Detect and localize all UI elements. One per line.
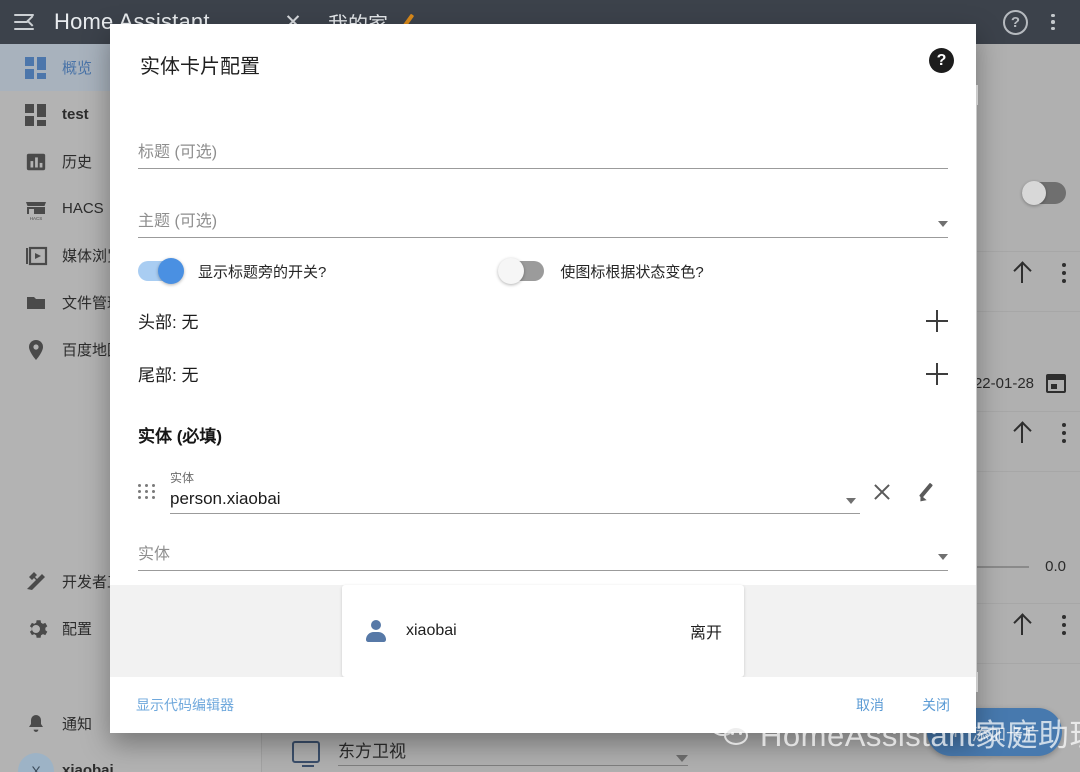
entity-select[interactable]: 实体 person.xiaobai bbox=[170, 469, 860, 514]
chevron-down-icon bbox=[938, 221, 948, 227]
state-color-toggle-label: 使图标根据状态变色? bbox=[560, 263, 704, 281]
entity-field-label: 实体 bbox=[170, 471, 195, 485]
card-title-placeholder: 标题 (可选) bbox=[138, 144, 218, 161]
remove-entity-button[interactable] bbox=[860, 483, 904, 501]
background-row-controls bbox=[1012, 614, 1066, 636]
sidebar-item-label: 配置 bbox=[62, 621, 93, 638]
header-row: 头部: 无 bbox=[138, 294, 948, 347]
sidebar-item-label: HACS bbox=[62, 200, 104, 217]
cog-icon bbox=[10, 617, 62, 641]
chevron-down-icon bbox=[676, 755, 688, 762]
add-entity-select[interactable]: 实体 bbox=[138, 540, 948, 571]
pencil-icon bbox=[916, 482, 936, 502]
header-row-label: 头部: 无 bbox=[138, 313, 199, 332]
drag-handle-icon[interactable] bbox=[138, 484, 160, 499]
calendar-icon[interactable] bbox=[1046, 374, 1066, 393]
entities-section-heading: 实体 (必填) bbox=[138, 427, 223, 446]
state-color-toggle-group: 使图标根据状态变色? bbox=[498, 258, 704, 284]
preview-entity-name: xiaobai bbox=[406, 622, 457, 639]
chevron-down-icon bbox=[846, 498, 856, 504]
chevron-down-icon bbox=[938, 554, 948, 560]
entity-row: 实体 person.xiaobai bbox=[138, 469, 948, 514]
add-header-plus-icon[interactable] bbox=[926, 309, 948, 332]
background-toggle[interactable] bbox=[1022, 181, 1066, 205]
arrow-up-icon[interactable] bbox=[1012, 262, 1032, 284]
media-player-icon bbox=[10, 244, 62, 268]
sidebar-user-name: xiaobai bbox=[62, 762, 114, 772]
theme-select[interactable]: 主题 (可选) bbox=[138, 207, 948, 238]
folder-icon bbox=[10, 291, 62, 315]
footer-row-label: 尾部: 无 bbox=[138, 366, 199, 385]
toggle-row: 显示标题旁的开关? 使图标根据状态变色? bbox=[138, 248, 948, 294]
avatar: X bbox=[10, 752, 62, 772]
card-preview-area: xiaobai 离开 bbox=[110, 585, 976, 677]
preview-entity-state[interactable]: 离开 bbox=[690, 619, 722, 643]
background-row-controls bbox=[1012, 262, 1066, 284]
add-footer-plus-icon[interactable] bbox=[926, 362, 948, 385]
sidebar-item-label: test bbox=[62, 106, 89, 123]
kebab-menu-icon[interactable] bbox=[1062, 423, 1066, 443]
background-media-value: 东方卫视 bbox=[338, 742, 406, 761]
dialog-header: 实体卡片配置 ? bbox=[110, 24, 976, 100]
help-circle-icon[interactable]: ? bbox=[1003, 9, 1028, 35]
help-circle-filled-icon[interactable]: ? bbox=[929, 48, 954, 73]
person-icon bbox=[364, 619, 388, 643]
theme-placeholder: 主题 (可选) bbox=[138, 213, 218, 230]
background-media-row: 东方卫视 bbox=[292, 737, 688, 767]
background-row-controls bbox=[1022, 181, 1066, 205]
close-icon bbox=[873, 483, 891, 501]
storefront-icon: HACS bbox=[10, 197, 62, 221]
sidebar-item-label: 通知 bbox=[62, 716, 93, 733]
dashboard-grid-icon bbox=[10, 103, 62, 126]
kebab-menu-icon[interactable] bbox=[1062, 615, 1066, 635]
background-date-value: 22-01-28 bbox=[973, 375, 1034, 392]
background-media-select[interactable]: 东方卫视 bbox=[338, 737, 688, 766]
state-color-toggle[interactable] bbox=[498, 258, 545, 284]
entity-card-config-dialog: 实体卡片配置 ? 标题 (可选) 主题 (可选) 显示标题旁的开关? 使图标根据… bbox=[110, 24, 976, 733]
map-marker-icon bbox=[10, 338, 62, 362]
sidebar-item-label: 历史 bbox=[62, 154, 93, 171]
tv-icon bbox=[292, 740, 320, 767]
edit-entity-button[interactable] bbox=[904, 482, 948, 502]
kebab-menu-icon[interactable] bbox=[1040, 10, 1066, 34]
bell-icon bbox=[10, 712, 62, 736]
dialog-footer: 显示代码编辑器 取消 关闭 bbox=[110, 677, 976, 733]
preview-card[interactable]: xiaobai 离开 bbox=[342, 585, 744, 677]
dialog-title: 实体卡片配置 bbox=[140, 56, 260, 78]
arrow-up-icon[interactable] bbox=[1012, 422, 1032, 444]
cancel-button[interactable]: 取消 bbox=[856, 695, 884, 715]
background-row-controls bbox=[1012, 422, 1066, 444]
sidebar-item-user[interactable]: X xiaobai bbox=[0, 747, 261, 772]
dashboard-grid-icon bbox=[10, 56, 62, 79]
close-button[interactable]: 关闭 bbox=[922, 695, 950, 715]
add-entity-placeholder: 实体 bbox=[138, 546, 171, 563]
show-header-toggle-group: 显示标题旁的开关? bbox=[138, 258, 327, 284]
background-numeric-value: 0.0 bbox=[1045, 558, 1066, 575]
card-title-input[interactable]: 标题 (可选) bbox=[138, 138, 948, 169]
show-header-toggle-label: 显示标题旁的开关? bbox=[198, 263, 327, 281]
entity-field-value: person.xiaobai bbox=[170, 489, 281, 508]
show-header-toggle[interactable] bbox=[138, 258, 184, 284]
sidebar-item-label: 概览 bbox=[62, 60, 93, 77]
background-date-control: 22-01-28 bbox=[974, 374, 1066, 393]
add-card-label: 添加卡片 bbox=[972, 724, 1040, 744]
chart-bar-icon bbox=[10, 151, 62, 173]
dialog-body: 标题 (可选) 主题 (可选) 显示标题旁的开关? 使图标根据状态变色? 头部:… bbox=[110, 100, 976, 677]
svg-text:HACS: HACS bbox=[30, 216, 43, 221]
show-code-editor-button[interactable]: 显示代码编辑器 bbox=[136, 695, 234, 715]
footer-row: 尾部: 无 bbox=[138, 347, 948, 400]
arrow-up-icon[interactable] bbox=[1012, 614, 1032, 636]
kebab-menu-icon[interactable] bbox=[1062, 263, 1066, 283]
avatar-initial: X bbox=[18, 752, 54, 772]
hammer-icon bbox=[10, 570, 62, 594]
menu-collapse-icon[interactable] bbox=[14, 13, 38, 31]
